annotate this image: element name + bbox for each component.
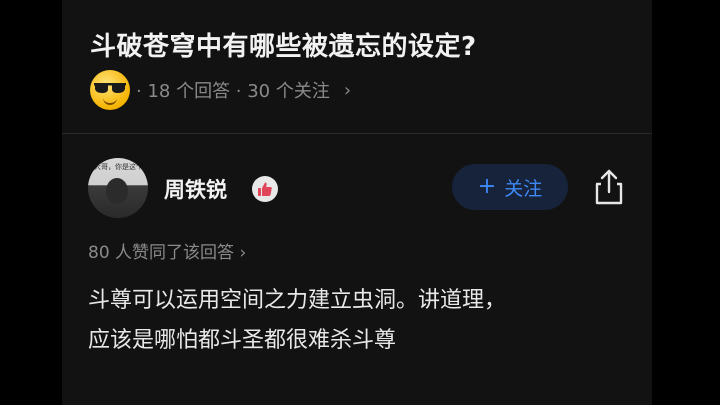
plus-icon: +: [477, 174, 497, 199]
divider: [62, 133, 652, 134]
author-row: 大哥，你是这个 周铁锐 + 关注: [88, 158, 648, 220]
emoji-mouth: [103, 97, 117, 105]
chevron-right-icon: ›: [343, 79, 352, 101]
thumbs-up-badge-icon[interactable]: [252, 176, 278, 202]
follow-label: 关注: [504, 177, 543, 200]
question-stats: · 18 个回答 · 30 个关注: [136, 81, 330, 102]
answer-body[interactable]: 斗尊可以运用空间之力建立虫洞。讲道理， 应该是哪怕都斗圣都很难杀斗尊: [88, 281, 628, 361]
thumbs-up-icon: [258, 182, 272, 196]
agree-count[interactable]: 80 人赞同了该回答 ›: [88, 238, 246, 263]
follow-button[interactable]: + 关注: [452, 164, 568, 210]
share-icon[interactable]: [592, 168, 626, 206]
answer-line: 斗尊可以运用空间之力建立虫洞。讲道理，: [88, 288, 507, 313]
question-title[interactable]: 斗破苍穹中有哪些被遗忘的设定?: [90, 26, 477, 63]
answer-page: 斗破苍穹中有哪些被遗忘的设定? · 18 个回答 · 30 个关注 › 大哥，你…: [62, 0, 652, 405]
author-name[interactable]: 周铁锐: [164, 174, 227, 204]
sunglasses-icon: [94, 83, 126, 93]
avatar-caption: 大哥，你是这个: [94, 163, 143, 171]
avatar[interactable]: 大哥，你是这个: [88, 158, 148, 218]
avatar-figure: [106, 178, 128, 204]
question-meta[interactable]: · 18 个回答 · 30 个关注 ›: [90, 70, 351, 110]
sunglasses-emoji-icon: [90, 70, 130, 110]
answer-line: 应该是哪怕都斗圣都很难杀斗尊: [88, 328, 397, 353]
